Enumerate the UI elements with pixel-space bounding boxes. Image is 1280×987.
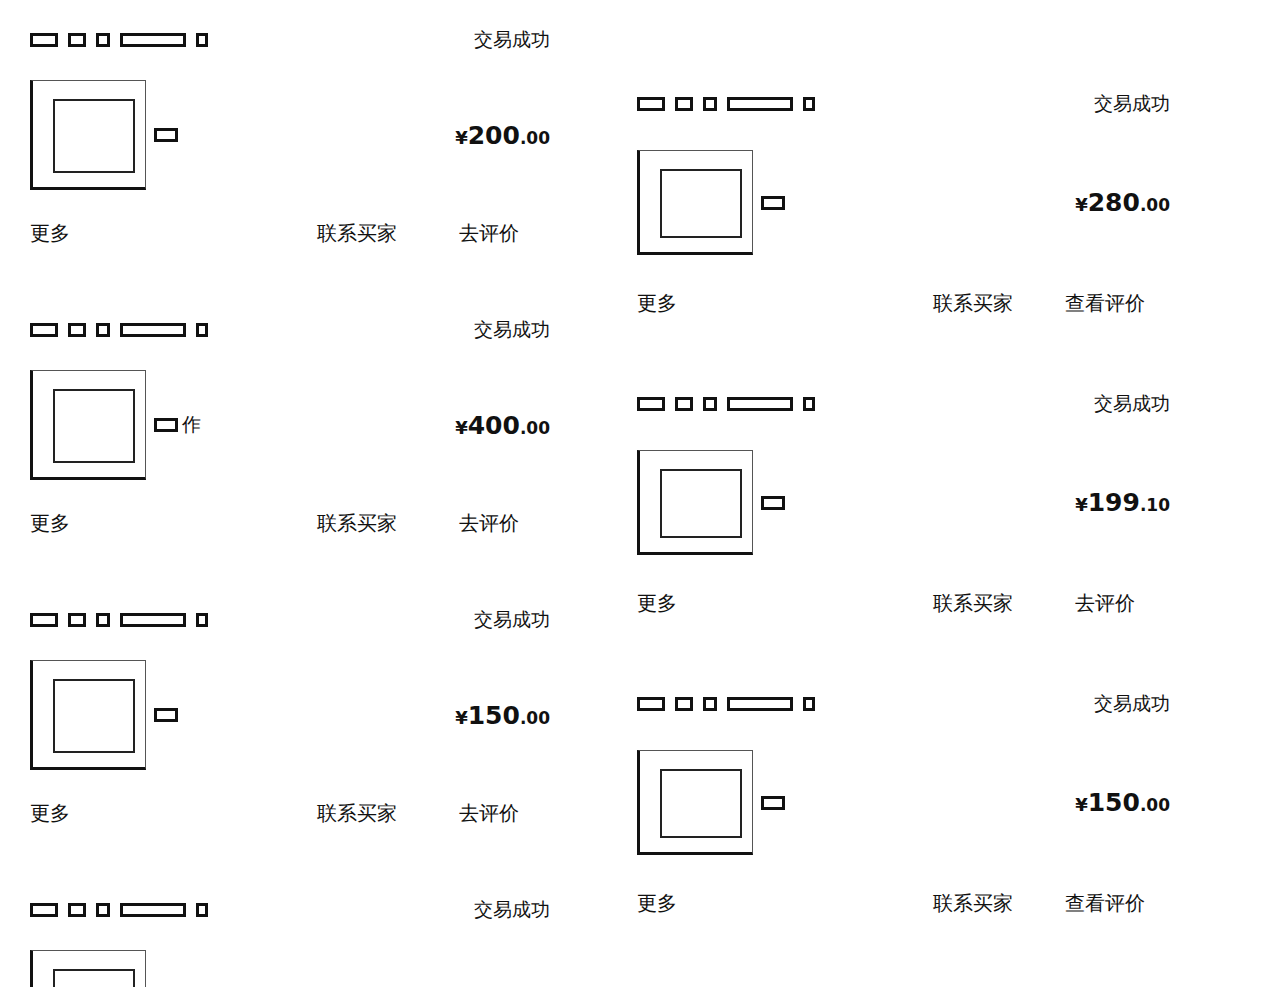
product-image[interactable] <box>637 750 753 855</box>
order-header: 交易成功 <box>30 315 550 345</box>
order-actions: 更多 联系买家 去评价 <box>30 218 550 248</box>
order-card[interactable]: 交易成功 ¥280.00 更多 联系买家 查看评价 <box>637 89 1170 389</box>
order-card[interactable]: 交易成功 ¥200.00 更多 联系买家 去评价 <box>30 25 550 315</box>
product-image[interactable] <box>30 660 146 770</box>
order-status: 交易成功 <box>1094 391 1170 417</box>
action-button[interactable]: 去评价 <box>1057 590 1153 617</box>
action-button[interactable]: 去评价 <box>441 800 537 827</box>
product-title: 作 <box>146 412 455 438</box>
shop-name-redacted <box>637 697 815 711</box>
action-button[interactable]: 查看评价 <box>1057 290 1153 317</box>
product-image[interactable] <box>30 370 146 480</box>
action-button[interactable]: 联系买家 <box>317 510 397 537</box>
order-status: 交易成功 <box>474 27 550 53</box>
product-image[interactable] <box>637 150 753 255</box>
action-button[interactable]: 联系买家 <box>317 800 397 827</box>
order-header: 交易成功 <box>30 895 550 925</box>
action-button[interactable]: 联系买家 <box>933 290 1013 317</box>
title-redacted <box>761 796 785 810</box>
order-header: 交易成功 <box>637 89 1170 119</box>
order-body: ¥200.00 <box>30 80 550 190</box>
title-redacted <box>761 496 785 510</box>
order-body: ¥199.10 <box>637 450 1170 555</box>
order-status: 交易成功 <box>474 897 550 923</box>
more-button[interactable]: 更多 <box>637 890 677 917</box>
title-redacted <box>154 418 178 432</box>
order-actions: 更多 联系买家 查看评价 <box>637 288 1170 318</box>
product-title <box>753 796 1075 810</box>
order-card[interactable]: 交易成功 ¥199.10 更多 联系买家 去评价 <box>637 389 1170 689</box>
order-price: ¥150.00 <box>1075 788 1170 817</box>
order-card[interactable]: 交易成功作 ¥400.00 更多 联系买家 去评价 <box>30 315 550 605</box>
product-title <box>146 708 455 722</box>
order-body: 作 ¥400.00 <box>30 370 550 480</box>
order-price: ¥150.00 <box>455 701 550 730</box>
order-card[interactable]: 交易成功 ¥150.00 更多 联系买家 查看评价 <box>637 689 1170 987</box>
more-button[interactable]: 更多 <box>30 510 70 537</box>
action-button[interactable]: 联系买家 <box>933 890 1013 917</box>
action-button[interactable]: 去评价 <box>441 220 537 247</box>
action-button[interactable]: 去评价 <box>441 510 537 537</box>
order-column: 交易成功¥280.00更多联系买家查看评价交易成功¥199.10更多联系买家去评… <box>637 0 1170 987</box>
product-image[interactable] <box>30 950 146 987</box>
shop-name-redacted <box>30 323 208 337</box>
product-title <box>753 196 1075 210</box>
order-price: ¥280.00 <box>1075 188 1170 217</box>
order-column: 交易成功¥200.00更多联系买家去评价交易成功作¥400.00更多联系买家去评… <box>30 0 550 987</box>
order-actions: 更多 联系买家 查看评价 <box>637 888 1170 918</box>
order-status: 交易成功 <box>474 317 550 343</box>
order-header: 交易成功 <box>637 389 1170 419</box>
title-redacted <box>154 128 178 142</box>
title-redacted <box>761 196 785 210</box>
product-image[interactable] <box>30 80 146 190</box>
order-header: 交易成功 <box>30 605 550 635</box>
order-card[interactable]: 交易成功 <box>30 895 550 987</box>
order-body: ¥150.00 <box>30 660 550 770</box>
more-button[interactable]: 更多 <box>637 590 677 617</box>
more-button[interactable]: 更多 <box>30 800 70 827</box>
product-title <box>146 128 455 142</box>
shop-name-redacted <box>637 97 815 111</box>
title-redacted <box>154 708 178 722</box>
order-status: 交易成功 <box>474 607 550 633</box>
order-price: ¥400.00 <box>455 411 550 440</box>
product-image[interactable] <box>637 450 753 555</box>
order-body: ¥280.00 <box>637 150 1170 255</box>
shop-name-redacted <box>30 903 208 917</box>
order-card[interactable]: 交易成功 ¥150.00 更多 联系买家 去评价 <box>30 605 550 895</box>
order-status: 交易成功 <box>1094 691 1170 717</box>
order-status: 交易成功 <box>1094 91 1170 117</box>
more-button[interactable]: 更多 <box>30 220 70 247</box>
title-text: 作 <box>182 412 201 438</box>
shop-name-redacted <box>637 397 815 411</box>
order-header: 交易成功 <box>30 25 550 55</box>
order-actions: 更多 联系买家 去评价 <box>637 588 1170 618</box>
product-title <box>753 496 1075 510</box>
order-header: 交易成功 <box>637 689 1170 719</box>
order-list-page: 交易成功¥200.00更多联系买家去评价交易成功作¥400.00更多联系买家去评… <box>0 0 1280 987</box>
order-actions: 更多 联系买家 去评价 <box>30 508 550 538</box>
action-button[interactable]: 查看评价 <box>1057 890 1153 917</box>
shop-name-redacted <box>30 613 208 627</box>
order-actions: 更多 联系买家 去评价 <box>30 798 550 828</box>
more-button[interactable]: 更多 <box>637 290 677 317</box>
action-button[interactable]: 联系买家 <box>317 220 397 247</box>
order-body: ¥150.00 <box>637 750 1170 855</box>
shop-name-redacted <box>30 33 208 47</box>
order-price: ¥199.10 <box>1075 488 1170 517</box>
order-price: ¥200.00 <box>455 121 550 150</box>
order-body <box>30 950 550 987</box>
action-button[interactable]: 联系买家 <box>933 590 1013 617</box>
